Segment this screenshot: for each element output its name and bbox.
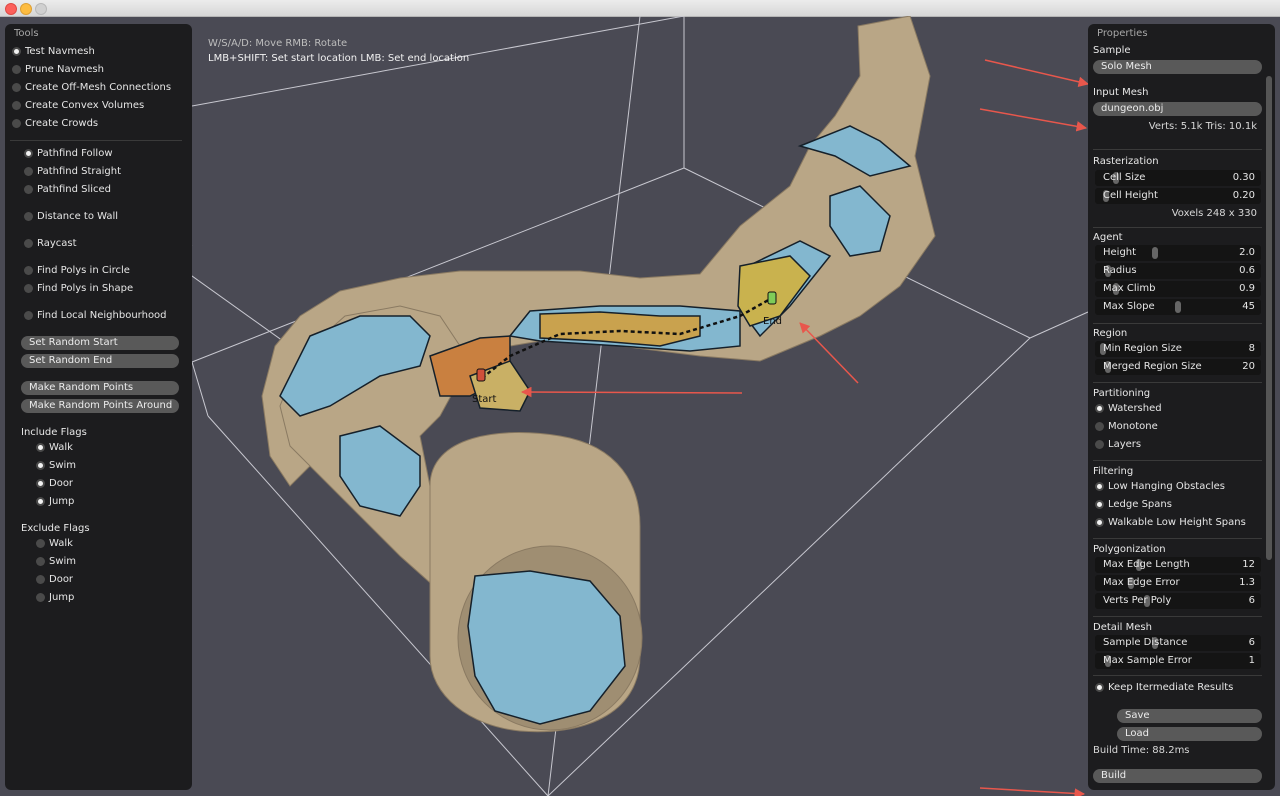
agent-max-slope-slider[interactable]: Max Slope 45 <box>1095 299 1261 315</box>
radio-icon <box>1095 404 1104 413</box>
radio-icon <box>24 239 33 248</box>
make-random-points-around-button[interactable]: Make Random Points Around <box>21 399 179 413</box>
checkbox-icon <box>36 575 45 584</box>
end-marker <box>767 291 777 305</box>
zoom-window-button[interactable] <box>35 3 47 15</box>
region-title: Region <box>1093 328 1128 339</box>
radio-icon <box>12 83 21 92</box>
input-mesh-select[interactable]: dungeon.obj <box>1093 102 1262 116</box>
divider <box>1093 460 1262 461</box>
radio-icon <box>1095 440 1104 449</box>
divider <box>10 140 182 141</box>
cell-height-slider[interactable]: Cell Height 0.20 <box>1095 188 1261 204</box>
checkbox-icon <box>36 479 45 488</box>
divider <box>1093 323 1262 324</box>
checkbox-icon <box>36 557 45 566</box>
properties-panel-title: Properties <box>1097 28 1148 39</box>
max-sample-error-slider[interactable]: Max Sample Error 1 <box>1095 653 1261 669</box>
properties-panel: Properties Sample Solo Mesh Input Mesh d… <box>1088 24 1275 790</box>
divider <box>1093 538 1262 539</box>
radio-icon <box>24 149 33 158</box>
controls-hint-move: W/S/A/D: Move RMB: Rotate <box>208 38 348 49</box>
load-button[interactable]: Load <box>1117 727 1262 741</box>
radio-icon <box>12 47 21 56</box>
controls-hint-location: LMB+SHIFT: Set start location LMB: Set e… <box>208 53 470 64</box>
mesh-stats: Verts: 5.1k Tris: 10.1k <box>1148 121 1257 132</box>
verts-per-poly-slider[interactable]: Verts Per Poly 6 <box>1095 593 1261 609</box>
save-button[interactable]: Save <box>1117 709 1262 723</box>
partitioning-title: Partitioning <box>1093 388 1151 399</box>
radio-icon <box>24 311 33 320</box>
checkbox-icon <box>1095 500 1104 509</box>
set-random-end-button[interactable]: Set Random End <box>21 354 179 368</box>
tools-panel: Tools Test Navmesh Prune Navmesh Create … <box>5 24 192 790</box>
agent-height-slider[interactable]: Height 2.0 <box>1095 245 1261 261</box>
voxels-info: Voxels 248 x 330 <box>1171 208 1257 219</box>
arrow-to-sample <box>984 59 1090 87</box>
start-label: Start <box>472 394 497 405</box>
radio-icon <box>12 101 21 110</box>
arrow-to-input-mesh <box>979 108 1088 132</box>
checkbox-icon <box>36 443 45 452</box>
divider <box>1093 149 1262 150</box>
build-button[interactable]: Build <box>1093 769 1262 783</box>
exclude-flags-title: Exclude Flags <box>21 523 90 534</box>
radio-icon <box>12 65 21 74</box>
checkbox-icon <box>36 497 45 506</box>
radio-icon <box>24 185 33 194</box>
sample-distance-slider[interactable]: Sample Distance 6 <box>1095 635 1261 651</box>
input-mesh-title: Input Mesh <box>1093 87 1149 98</box>
checkbox-icon <box>36 461 45 470</box>
rasterization-title: Rasterization <box>1093 156 1159 167</box>
end-label: End <box>763 316 782 327</box>
checkbox-icon <box>1095 482 1104 491</box>
radio-icon <box>1095 422 1104 431</box>
radio-icon <box>12 119 21 128</box>
radio-icon <box>24 167 33 176</box>
agent-max-climb-slider[interactable]: Max Climb 0.9 <box>1095 281 1261 297</box>
agent-title: Agent <box>1093 232 1123 243</box>
set-random-start-button[interactable]: Set Random Start <box>21 336 179 350</box>
sample-select[interactable]: Solo Mesh <box>1093 60 1262 74</box>
arrow-to-build <box>979 787 1086 796</box>
max-edge-error-slider[interactable]: Max Edge Error 1.3 <box>1095 575 1261 591</box>
checkbox-icon <box>1095 518 1104 527</box>
include-flags-title: Include Flags <box>21 427 87 438</box>
radio-icon <box>24 284 33 293</box>
radio-icon <box>24 212 33 221</box>
make-random-points-button[interactable]: Make Random Points <box>21 381 179 395</box>
slider-handle[interactable] <box>1175 301 1181 313</box>
start-marker <box>476 368 486 382</box>
minimize-window-button[interactable] <box>20 3 32 15</box>
min-region-size-slider[interactable]: Min Region Size 8 <box>1095 341 1261 357</box>
agent-radius-slider[interactable]: Radius 0.6 <box>1095 263 1261 279</box>
build-time: Build Time: 88.2ms <box>1093 745 1190 756</box>
filtering-title: Filtering <box>1093 466 1134 477</box>
tools-panel-title: Tools <box>14 28 39 39</box>
checkbox-icon <box>1095 683 1104 692</box>
radio-icon <box>24 266 33 275</box>
detail-mesh-title: Detail Mesh <box>1093 622 1152 633</box>
cell-size-slider[interactable]: Cell Size 0.30 <box>1095 170 1261 186</box>
divider <box>1093 675 1262 676</box>
window-titlebar <box>0 0 1280 17</box>
properties-scrollbar[interactable] <box>1266 76 1272 560</box>
slider-handle[interactable] <box>1152 247 1158 259</box>
max-edge-length-slider[interactable]: Max Edge Length 12 <box>1095 557 1261 573</box>
divider <box>1093 227 1262 228</box>
checkbox-icon <box>36 593 45 602</box>
divider <box>1093 616 1262 617</box>
divider <box>1093 382 1262 383</box>
sample-title: Sample <box>1093 45 1131 56</box>
merged-region-size-slider[interactable]: Merged Region Size 20 <box>1095 359 1261 375</box>
arrow-to-start <box>520 386 743 398</box>
checkbox-icon <box>36 539 45 548</box>
close-window-button[interactable] <box>5 3 17 15</box>
polygonization-title: Polygonization <box>1093 544 1166 555</box>
